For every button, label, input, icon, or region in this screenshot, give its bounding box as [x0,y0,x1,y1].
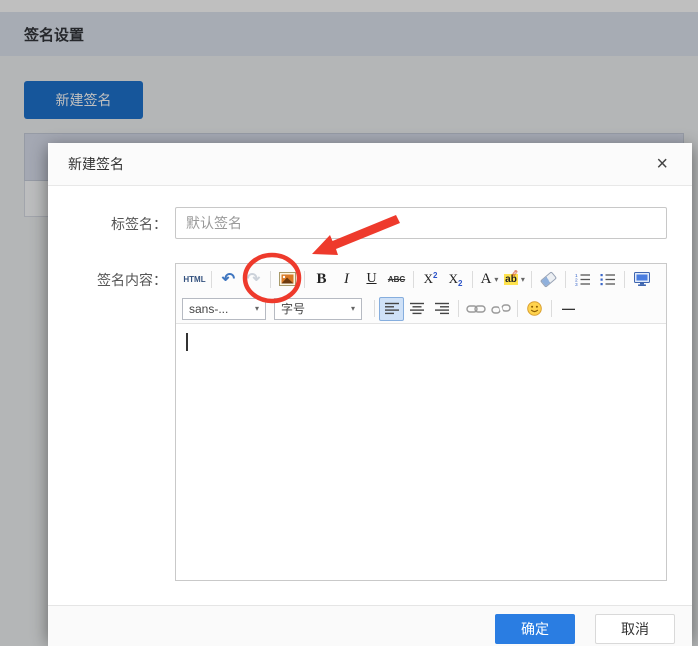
content-label: 签名内容： [48,263,167,290]
insert-link-button[interactable] [463,297,488,321]
svg-text:3: 3 [575,282,578,286]
divider [374,300,375,317]
unordered-list-icon [599,272,616,286]
align-left-button[interactable] [379,297,404,321]
name-label: 标签名： [48,207,167,234]
font-size-value: 字号 [281,300,305,317]
remove-link-button[interactable] [488,297,513,321]
divider [304,271,305,288]
content-row: 签名内容： HTML ↶ [48,263,692,581]
align-left-icon [384,302,400,315]
toolbar-row-1: HTML ↶ ↷ [176,264,666,294]
signature-name-input[interactable] [175,207,667,239]
underline-icon: U [366,271,376,287]
toolbar-row-2: sans-... ▾ 字号 ▾ [176,294,666,323]
insert-image-button[interactable] [275,267,300,291]
font-color-icon: A [481,271,492,288]
undo-button[interactable]: ↶ [216,267,241,291]
new-signature-dialog: 新建签名 × 标签名： 签名内容： HTML [48,143,692,640]
italic-button[interactable]: I [334,267,359,291]
unordered-list-button[interactable] [595,267,620,291]
divider [270,271,271,288]
divider [531,271,532,288]
divider [472,271,473,288]
align-right-icon [434,302,450,315]
signature-settings-page: 签名设置 新建签名 新建签名 × 标签名： 签名内容： [0,0,698,646]
dialog-header: 新建签名 × [48,143,692,186]
close-icon[interactable]: × [652,152,672,176]
underline-button[interactable]: U [359,267,384,291]
divider [624,271,625,288]
font-color-button[interactable]: A ▾ [477,267,502,291]
smiley-icon [526,300,543,317]
superscript-button[interactable]: X2 [418,267,443,291]
name-row: 标签名： [48,207,692,239]
pencil-icon: ✎ [508,269,520,278]
image-icon [279,272,296,286]
redo-icon: ↷ [247,269,260,289]
redo-button[interactable]: ↷ [241,267,266,291]
divider [565,271,566,288]
confirm-button[interactable]: 确定 [495,614,575,644]
monitor-icon [633,271,651,287]
divider [458,300,459,317]
dialog-footer: 确定 取消 [48,605,692,646]
strikethrough-icon: ABC [388,275,405,284]
align-center-button[interactable] [404,297,429,321]
horizontal-rule-button[interactable]: — [556,297,581,321]
font-family-value: sans-... [189,302,228,316]
remove-format-button[interactable] [536,267,561,291]
undo-icon: ↶ [222,269,235,289]
horizontal-rule-icon: — [562,301,575,316]
link-icon [466,303,486,315]
subscript-icon: X [449,271,458,287]
bold-button[interactable]: B [309,267,334,291]
strikethrough-button[interactable]: ABC [384,267,409,291]
ordered-list-icon: 1 2 3 [574,272,591,286]
ordered-list-button[interactable]: 1 2 3 [570,267,595,291]
dialog-body: 标签名： 签名内容： HTML [48,186,692,605]
editor-toolbar: HTML ↶ ↷ [176,264,666,324]
superscript-icon: X [424,271,433,287]
unlink-icon [491,302,511,316]
align-right-button[interactable] [429,297,454,321]
divider [517,300,518,317]
divider [551,300,552,317]
subscript-button[interactable]: X2 [443,267,468,291]
chevron-down-icon: ▾ [351,304,355,313]
italic-icon: I [344,271,349,288]
eraser-icon [540,271,557,288]
font-size-dropdown[interactable]: 字号 ▾ [274,298,362,320]
rich-text-editor: HTML ↶ ↷ [175,263,667,581]
fullscreen-button[interactable] [629,267,654,291]
divider [211,271,212,288]
font-family-dropdown[interactable]: sans-... ▾ [182,298,266,320]
dialog-title: 新建签名 [68,154,124,174]
cancel-button[interactable]: 取消 [595,614,675,644]
text-cursor [186,333,188,351]
align-center-icon [409,302,425,315]
highlight-color-button[interactable]: ab ✎ ▾ [502,267,527,291]
chevron-down-icon: ▾ [255,304,259,313]
chevron-down-icon: ▾ [494,275,498,284]
signature-content-area[interactable] [176,324,666,580]
html-source-button[interactable]: HTML [182,267,207,291]
bold-icon: B [316,271,326,288]
insert-emoji-button[interactable] [522,297,547,321]
divider [413,271,414,288]
html-icon: HTML [183,275,205,284]
chevron-down-icon: ▾ [521,275,525,284]
